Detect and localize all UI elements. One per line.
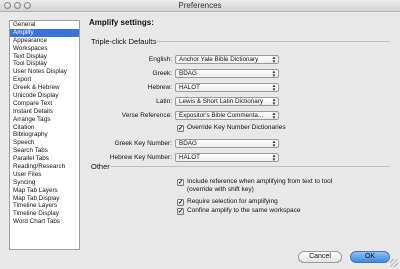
- hebrew-key-number-label: Hebrew Key Number:: [109, 154, 172, 161]
- english-label: English:: [148, 56, 172, 63]
- include-reference-sublabel: (override with shift key): [187, 186, 254, 193]
- checkmark-icon: ✓: [178, 125, 184, 132]
- sidebar-item-user-files[interactable]: User Files: [10, 171, 79, 179]
- english-dictionary-value: Anchor Yale Bible Dictionary: [179, 56, 259, 63]
- sidebar-item-appearance[interactable]: Appearance: [10, 37, 79, 45]
- hebrew-key-number-select[interactable]: HALOT ▲ ▼: [175, 153, 279, 162]
- greek-dictionary-select[interactable]: BDAG ▲ ▼: [175, 69, 279, 78]
- require-selection-label: Require selection for amplifying: [187, 198, 278, 205]
- sidebar-item-user-notes-display[interactable]: User Notes Display: [10, 68, 79, 76]
- include-reference-checkbox[interactable]: ✓: [177, 179, 184, 186]
- window-title: Preferences: [178, 1, 222, 10]
- sidebar-item-word-chart-tabs[interactable]: Word Chart Tabs: [10, 218, 79, 226]
- latin-dictionary-select[interactable]: Lewis & Short Latin Dictionary ▲ ▼: [175, 97, 279, 106]
- require-selection-checkbox[interactable]: ✓: [177, 199, 184, 206]
- chevron-updown-icon: ▲ ▼: [271, 153, 277, 162]
- sidebar-item-citation[interactable]: Citation: [10, 124, 79, 132]
- title-bar: Preferences: [0, 0, 400, 12]
- checkmark-icon: ✓: [178, 199, 184, 206]
- sidebar-item-unicode-display[interactable]: Unicode Display: [10, 92, 79, 100]
- hebrew-key-number-value: HALOT: [179, 154, 200, 161]
- sidebar-item-amplify[interactable]: Amplify: [10, 28, 79, 37]
- sidebar-item-instant-details[interactable]: Instant Details: [10, 108, 79, 116]
- sidebar-item-syncing[interactable]: Syncing: [10, 179, 79, 187]
- latin-dictionary-value: Lewis & Short Latin Dictionary: [179, 98, 263, 105]
- chevron-updown-icon: ▲ ▼: [271, 55, 277, 64]
- confine-amplify-checkbox[interactable]: ✓: [177, 208, 184, 215]
- sidebar-item-arrange-tags[interactable]: Arrange Tags: [10, 116, 79, 124]
- section-divider: [110, 166, 390, 167]
- greek-key-number-select[interactable]: BDAG ▲ ▼: [175, 139, 279, 148]
- hebrew-label: Hebrew:: [147, 84, 172, 91]
- include-reference-label: Include reference when amplifying from t…: [187, 178, 333, 185]
- sidebar-item-compare-text[interactable]: Compare Text: [10, 100, 79, 108]
- verse-reference-select[interactable]: Expositor's Bible Commenta... ▲ ▼: [175, 111, 279, 120]
- chevron-updown-icon: ▲ ▼: [271, 83, 277, 92]
- section-title-triple-click: Triple-click Defaults: [91, 37, 157, 46]
- sidebar-item-export[interactable]: Export: [10, 76, 79, 84]
- sidebar-item-text-display[interactable]: Text Display: [10, 53, 79, 61]
- verse-reference-label: Verse Reference:: [121, 112, 172, 119]
- sidebar-item-speech[interactable]: Speech: [10, 139, 79, 147]
- override-key-number-checkbox[interactable]: ✓: [177, 125, 184, 132]
- sidebar-item-map-tab-layers[interactable]: Map Tab Layers: [10, 187, 79, 195]
- sidebar-item-general[interactable]: General: [10, 21, 79, 29]
- section-divider: [150, 41, 390, 42]
- sidebar-item-timeline-layers[interactable]: Timeline Layers: [10, 202, 79, 210]
- greek-dictionary-value: BDAG: [179, 70, 197, 77]
- hebrew-dictionary-select[interactable]: HALOT ▲ ▼: [175, 83, 279, 92]
- override-key-number-label: Override Key Number Dictionaries: [187, 124, 286, 131]
- english-dictionary-select[interactable]: Anchor Yale Bible Dictionary ▲ ▼: [175, 55, 279, 64]
- chevron-updown-icon: ▲ ▼: [271, 69, 277, 78]
- confine-amplify-label: Confine amplify to the same workspace: [187, 207, 301, 214]
- resize-grip[interactable]: [390, 259, 398, 267]
- sidebar-item-parallel-tabs[interactable]: Parallel Tabs: [10, 155, 79, 163]
- section-title-other: Other: [91, 162, 110, 171]
- checkmark-icon: ✓: [178, 208, 184, 215]
- cancel-button[interactable]: Cancel: [298, 251, 342, 263]
- chevron-updown-icon: ▲ ▼: [271, 97, 277, 106]
- sidebar-item-map-tab-display[interactable]: Map Tab Display: [10, 195, 79, 203]
- checkmark-icon: ✓: [178, 179, 184, 186]
- chevron-updown-icon: ▲ ▼: [271, 111, 277, 120]
- sidebar-item-timeline-display[interactable]: Timeline Display: [10, 210, 79, 218]
- preferences-category-list[interactable]: General Amplify Appearance Workspaces Text D…: [9, 20, 80, 250]
- sidebar-item-search-tabs[interactable]: Search Tabs: [10, 147, 79, 155]
- sidebar-item-greek-hebrew[interactable]: Greek & Hebrew: [10, 84, 79, 92]
- page-title: Amplify settings:: [89, 18, 154, 27]
- sidebar-item-tool-display[interactable]: Tool Display: [10, 60, 79, 68]
- sidebar-item-reading-research[interactable]: Reading/Research: [10, 163, 79, 171]
- latin-label: Latin:: [156, 98, 172, 105]
- greek-key-number-label: Greek Key Number:: [114, 140, 172, 147]
- greek-label: Greek:: [152, 70, 172, 77]
- sidebar-item-bibliography[interactable]: Bibliography: [10, 131, 79, 139]
- greek-key-number-value: BDAG: [179, 140, 197, 147]
- verse-reference-value: Expositor's Bible Commenta...: [179, 112, 264, 119]
- chevron-updown-icon: ▲ ▼: [271, 139, 277, 148]
- ok-button[interactable]: OK: [350, 251, 390, 263]
- hebrew-dictionary-value: HALOT: [179, 84, 200, 91]
- sidebar-item-workspaces[interactable]: Workspaces: [10, 45, 79, 53]
